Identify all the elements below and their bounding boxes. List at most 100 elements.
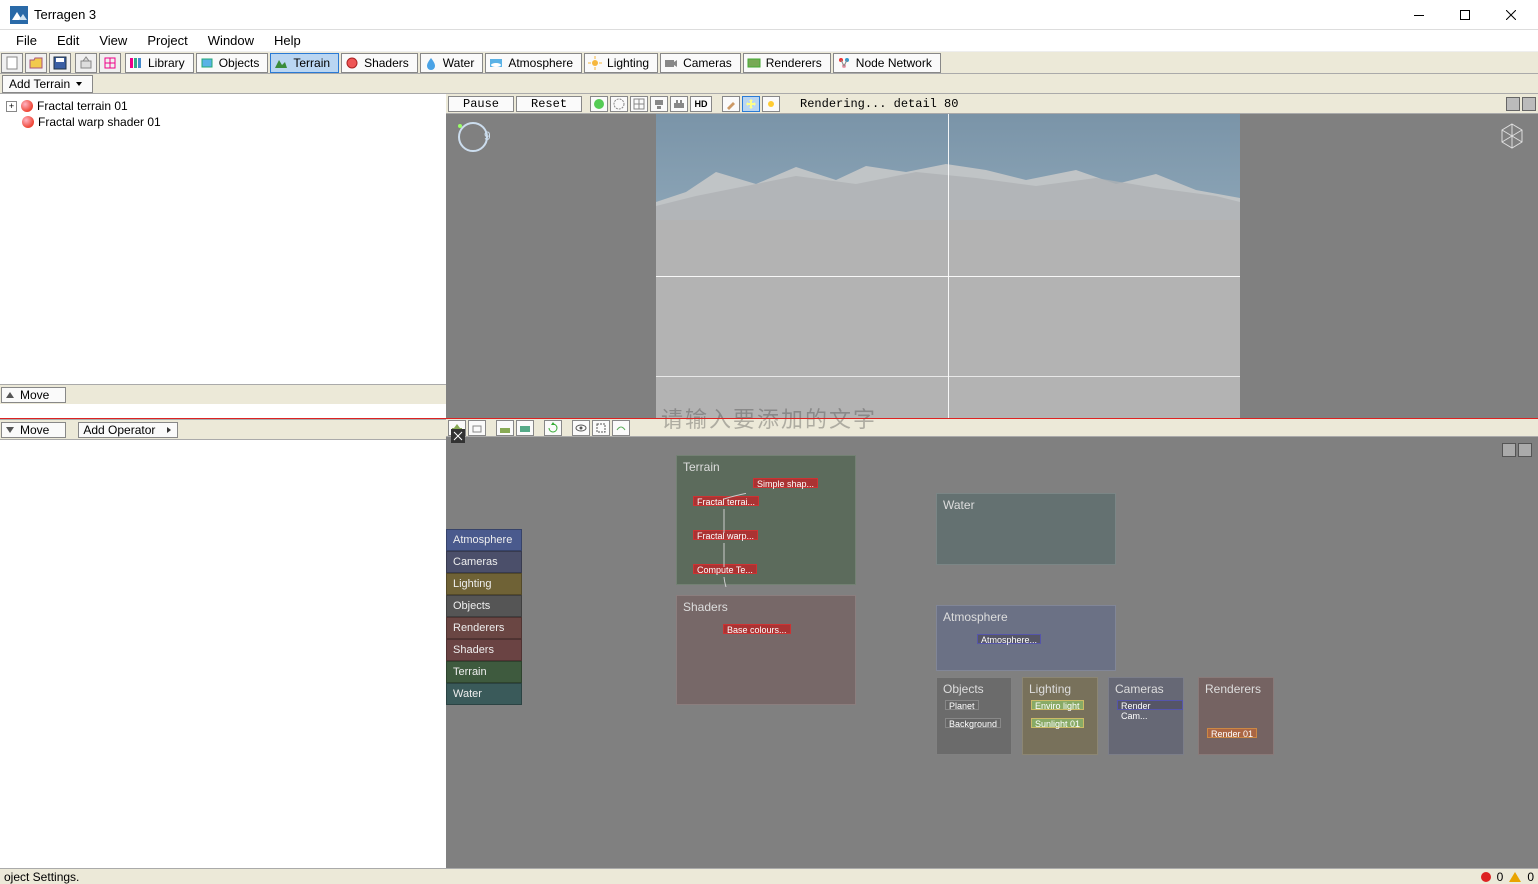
close-button[interactable] bbox=[1488, 0, 1534, 30]
toolbtn-1[interactable] bbox=[75, 53, 97, 73]
library-icon bbox=[128, 55, 144, 71]
vtool-1[interactable] bbox=[590, 96, 608, 112]
group-label: Atmosphere bbox=[943, 610, 1008, 624]
cat-cameras[interactable]: Cameras bbox=[446, 551, 522, 573]
vtool-move[interactable] bbox=[742, 96, 760, 112]
ntool-eye[interactable] bbox=[572, 420, 590, 436]
tab-cameras[interactable]: Cameras bbox=[660, 53, 741, 73]
node-group-renderers[interactable]: Renderers Render 01 bbox=[1198, 677, 1274, 755]
node-atmosphere[interactable]: Atmosphere... bbox=[977, 634, 1041, 644]
crop-tool-icon[interactable] bbox=[450, 428, 466, 444]
node-group-lighting[interactable]: Lighting Enviro light Sunlight 01 bbox=[1022, 677, 1098, 755]
cat-atmosphere[interactable]: Atmosphere bbox=[446, 529, 522, 551]
vtool-3[interactable] bbox=[630, 96, 648, 112]
warning-indicator-icon[interactable] bbox=[1509, 872, 1521, 882]
tab-objects[interactable]: Objects bbox=[196, 53, 269, 73]
tab-atmosphere[interactable]: Atmosphere bbox=[485, 53, 582, 73]
node-render-01[interactable]: Render 01 bbox=[1207, 728, 1257, 738]
node-group-terrain[interactable]: Terrain Simple shap... Fractal terrai...… bbox=[676, 455, 856, 585]
tab-library[interactable]: Library bbox=[125, 53, 194, 73]
terrain-tree-item[interactable]: + Fractal terrain 01 bbox=[6, 98, 440, 114]
compass-widget[interactable]: 90 bbox=[456, 120, 490, 154]
ntool-refresh[interactable] bbox=[544, 420, 562, 436]
menu-edit[interactable]: Edit bbox=[47, 31, 89, 50]
node-panel-close[interactable] bbox=[1518, 443, 1532, 457]
node-object-2[interactable]: Background bbox=[945, 718, 1001, 728]
reset-button[interactable]: Reset bbox=[516, 96, 582, 112]
node-fractal-warp[interactable]: Fractal warp... bbox=[693, 530, 758, 540]
tab-shaders-label: Shaders bbox=[364, 56, 409, 70]
node-graph-view[interactable]: Atmosphere Cameras Lighting Objects Rend… bbox=[446, 437, 1538, 868]
tab-lighting[interactable]: Lighting bbox=[584, 53, 658, 73]
node-group-atmosphere[interactable]: Atmosphere Atmosphere... bbox=[936, 605, 1116, 671]
orientation-gizmo[interactable] bbox=[1498, 122, 1526, 150]
cat-water[interactable]: Water bbox=[446, 683, 522, 705]
cat-renderers[interactable]: Renderers bbox=[446, 617, 522, 639]
maximize-button[interactable] bbox=[1442, 0, 1488, 30]
menu-view[interactable]: View bbox=[89, 31, 137, 50]
menu-project[interactable]: Project bbox=[137, 31, 197, 50]
open-button[interactable] bbox=[25, 53, 47, 73]
error-indicator-icon[interactable] bbox=[1481, 872, 1491, 882]
vtool-2[interactable] bbox=[610, 96, 628, 112]
node-base-colours[interactable]: Base colours... bbox=[723, 624, 791, 634]
tab-terrain[interactable]: Terrain bbox=[270, 53, 339, 73]
group-label: Lighting bbox=[1029, 682, 1071, 696]
move-down-button[interactable]: Move bbox=[1, 422, 66, 438]
hd-button[interactable]: HD bbox=[690, 96, 712, 112]
node-light-1[interactable]: Enviro light bbox=[1031, 700, 1084, 710]
tab-water[interactable]: Water bbox=[420, 53, 484, 73]
node-group-water[interactable]: Water bbox=[936, 493, 1116, 565]
main-toolbar: Library Objects Terrain Shaders Water At… bbox=[0, 52, 1538, 74]
cat-lighting[interactable]: Lighting bbox=[446, 573, 522, 595]
render-viewport[interactable]: 90 bbox=[446, 114, 1538, 438]
terrain-tree[interactable]: + Fractal terrain 01 Fractal warp shader… bbox=[0, 94, 446, 384]
node-panel-restore[interactable] bbox=[1502, 443, 1516, 457]
expand-icon[interactable]: + bbox=[6, 101, 17, 112]
menu-help[interactable]: Help bbox=[264, 31, 311, 50]
node-light-2[interactable]: Sunlight 01 bbox=[1031, 718, 1084, 728]
tab-node-network[interactable]: Node Network bbox=[833, 53, 941, 73]
tab-shaders[interactable]: Shaders bbox=[341, 53, 418, 73]
ntool-expand[interactable] bbox=[592, 420, 610, 436]
node-simple-shape[interactable]: Simple shap... bbox=[753, 478, 818, 488]
node-compute-te[interactable]: Compute Te... bbox=[693, 564, 757, 574]
tab-cameras-label: Cameras bbox=[683, 56, 732, 70]
cat-terrain[interactable]: Terrain bbox=[446, 661, 522, 683]
node-render-cam[interactable]: Render Cam... bbox=[1117, 700, 1183, 710]
move-up-button[interactable]: Move bbox=[1, 387, 66, 403]
ntool-3[interactable] bbox=[496, 420, 514, 436]
cat-shaders[interactable]: Shaders bbox=[446, 639, 522, 661]
node-object-1[interactable]: Planet bbox=[945, 700, 979, 710]
tab-water-label: Water bbox=[443, 56, 475, 70]
warning-count: 0 bbox=[1527, 870, 1534, 884]
vtool-5[interactable] bbox=[670, 96, 688, 112]
new-button[interactable] bbox=[1, 53, 23, 73]
node-group-objects[interactable]: Objects Planet Background bbox=[936, 677, 1012, 755]
shaders-icon bbox=[344, 55, 360, 71]
pause-button[interactable]: Pause bbox=[448, 96, 514, 112]
panel-close-button[interactable] bbox=[1522, 97, 1536, 111]
add-operator-button[interactable]: Add Operator bbox=[78, 422, 178, 438]
panel-restore-button[interactable] bbox=[1506, 97, 1520, 111]
minimize-button[interactable] bbox=[1396, 0, 1442, 30]
cat-objects[interactable]: Objects bbox=[446, 595, 522, 617]
vtool-brush[interactable] bbox=[722, 96, 740, 112]
ntool-link[interactable] bbox=[612, 420, 630, 436]
node-fractal-terrain[interactable]: Fractal terrai... bbox=[693, 496, 759, 506]
group-label: Terrain bbox=[683, 460, 720, 474]
add-terrain-button[interactable]: Add Terrain bbox=[2, 75, 93, 93]
group-label: Water bbox=[943, 498, 975, 512]
save-button[interactable] bbox=[49, 53, 71, 73]
tab-renderers[interactable]: Renderers bbox=[743, 53, 831, 73]
ntool-2[interactable] bbox=[468, 420, 486, 436]
node-group-cameras[interactable]: Cameras Render Cam... bbox=[1108, 677, 1184, 755]
vtool-4[interactable] bbox=[650, 96, 668, 112]
toolbtn-2[interactable] bbox=[99, 53, 121, 73]
ntool-4[interactable] bbox=[516, 420, 534, 436]
terrain-tree-item[interactable]: Fractal warp shader 01 bbox=[6, 114, 440, 130]
menu-window[interactable]: Window bbox=[198, 31, 264, 50]
node-group-shaders[interactable]: Shaders Base colours... bbox=[676, 595, 856, 705]
vtool-sun[interactable] bbox=[762, 96, 780, 112]
menu-file[interactable]: File bbox=[6, 31, 47, 50]
